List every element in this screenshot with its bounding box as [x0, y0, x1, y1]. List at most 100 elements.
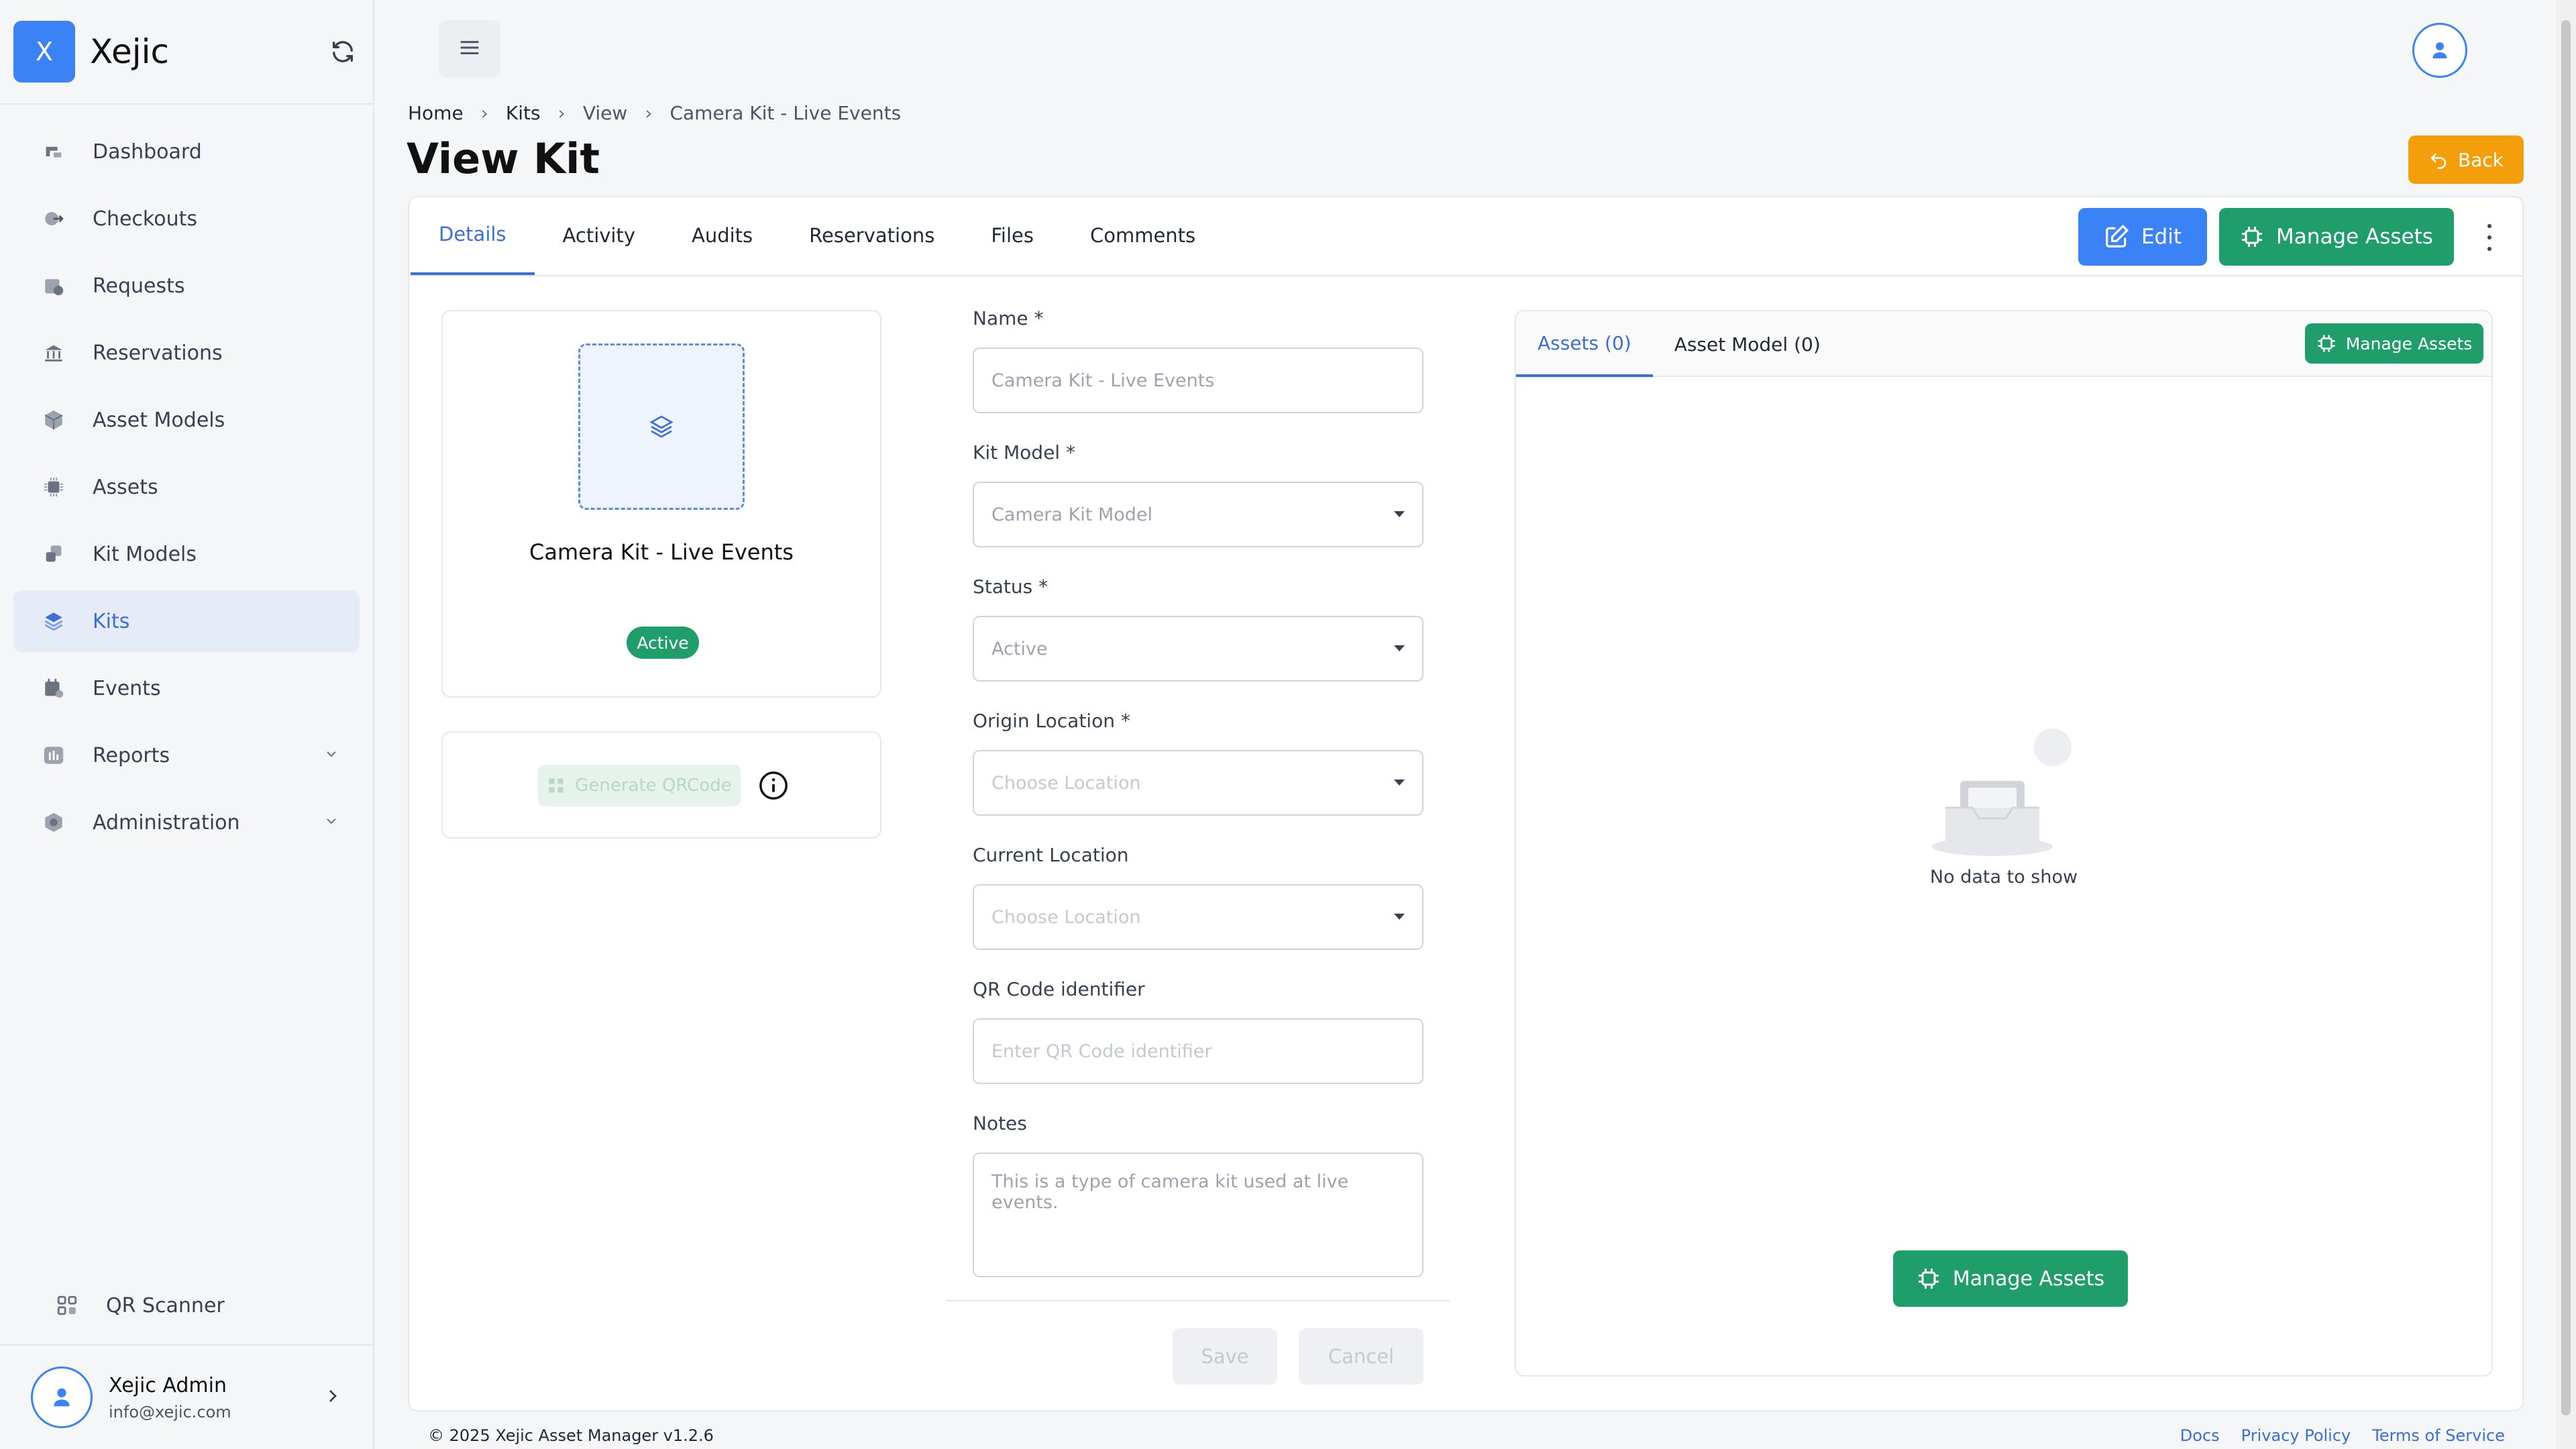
menu-toggle-button[interactable] [439, 20, 500, 78]
form-divider [946, 1300, 1450, 1301]
name-label: Name * [973, 307, 1044, 329]
chevron-right-icon[interactable] [322, 1385, 343, 1409]
kit-model-value: Camera Kit Model [991, 504, 1152, 525]
status-value: Active [991, 638, 1048, 659]
generate-qrcode-label: Generate QRCode [575, 775, 732, 796]
user-profile[interactable]: Xejic Admin info@xejic.com [0, 1344, 374, 1449]
footer-link-terms[interactable]: Terms of Service [2372, 1426, 2505, 1445]
scrollbar-thumb[interactable] [2561, 20, 2571, 1415]
breadcrumb-home[interactable]: Home [408, 102, 464, 124]
tab-comments[interactable]: Comments [1062, 196, 1224, 275]
qr-identifier-label: QR Code identifier [973, 978, 1145, 1000]
back-button-label: Back [2458, 148, 2504, 171]
save-button[interactable]: Save [1173, 1328, 1277, 1385]
caret-down-icon [1394, 780, 1405, 786]
empty-manage-assets-button[interactable]: Manage Assets [1893, 1250, 2128, 1307]
sidebar-item-requests[interactable]: Requests [13, 255, 360, 317]
app-name: Xejic [90, 32, 170, 71]
sidebar-item-asset-models[interactable]: Asset Models [13, 389, 360, 451]
origin-location-label: Origin Location * [973, 710, 1130, 732]
origin-location-select[interactable]: Choose Location [973, 750, 1424, 816]
qr-identifier-input[interactable]: Enter QR Code identifier [973, 1018, 1424, 1084]
sidebar-item-reservations[interactable]: Reservations [13, 322, 360, 384]
sidebar-item-kits[interactable]: Kits [13, 590, 360, 652]
sidebar-item-events[interactable]: Events [13, 657, 360, 719]
kit-summary-card: Camera Kit - Live Events Active [441, 310, 881, 698]
current-location-select[interactable]: Choose Location [973, 884, 1424, 950]
page-title: View Kit [407, 134, 600, 183]
tab-audits[interactable]: Audits [663, 196, 781, 275]
caret-down-icon [1394, 511, 1405, 517]
calendar-icon [40, 675, 67, 702]
chip-icon [2318, 335, 2335, 352]
assets-panel: Assets (0) Asset Model (0) Manage Assets… [1515, 310, 2493, 1377]
reports-icon [40, 742, 67, 769]
footer-link-docs[interactable]: Docs [2180, 1426, 2220, 1445]
sidebar-item-label: Events [93, 676, 161, 700]
user-name: Xejic Admin [109, 1373, 227, 1397]
sidebar-item-assets[interactable]: Assets [13, 456, 360, 518]
breadcrumb-current: Camera Kit - Live Events [669, 102, 902, 124]
app-logo-letter: X [35, 37, 54, 66]
qr-code-card: Generate QRCode [441, 731, 881, 839]
footer-copyright: © 2025 Xejic Asset Manager v1.2.6 [428, 1426, 714, 1445]
sidebar-item-label: Kits [93, 609, 130, 633]
sidebar-item-kit-models[interactable]: Kit Models [13, 523, 360, 585]
sidebar-item-label: Reservations [93, 341, 223, 365]
sidebar-item-label: Assets [93, 475, 158, 499]
layers-icon [40, 608, 67, 635]
page-scrollbar[interactable] [2556, 0, 2576, 1449]
chevron-right-icon: › [645, 102, 653, 124]
kit-image-upload[interactable] [578, 343, 745, 510]
kit-detail-card: Details Activity Audits Reservations Fil… [408, 196, 2524, 1411]
more-options-icon[interactable] [2479, 224, 2500, 251]
kit-model-label: Kit Model * [973, 441, 1075, 464]
sidebar-item-qr-scanner[interactable]: QR Scanner [27, 1275, 374, 1336]
footer-link-privacy[interactable]: Privacy Policy [2241, 1426, 2351, 1445]
sidebar-item-dashboard[interactable]: Dashboard [13, 121, 360, 182]
app-logo[interactable]: X [13, 21, 75, 83]
status-select[interactable]: Active [973, 616, 1424, 682]
manage-assets-button[interactable]: Manage Assets [2219, 208, 2454, 266]
breadcrumb-kits[interactable]: Kits [506, 102, 541, 124]
tab-details[interactable]: Details [411, 196, 535, 275]
cancel-button[interactable]: Cancel [1299, 1328, 1424, 1385]
chip-icon [40, 474, 67, 500]
tab-activity[interactable]: Activity [535, 196, 663, 275]
reservations-icon [40, 339, 67, 366]
name-field[interactable]: Camera Kit - Live Events [973, 347, 1424, 413]
origin-location-placeholder: Choose Location [991, 772, 1141, 794]
sidebar-item-label: QR Scanner [106, 1293, 225, 1318]
notes-textarea[interactable]: This is a type of camera kit used at liv… [973, 1152, 1424, 1277]
info-icon[interactable] [758, 770, 789, 801]
header-user-avatar[interactable] [2412, 23, 2467, 78]
tab-assets[interactable]: Assets (0) [1516, 311, 1653, 377]
sidebar-item-administration[interactable]: Administration [13, 792, 360, 853]
back-button[interactable]: Back [2408, 136, 2524, 184]
tab-asset-model[interactable]: Asset Model (0) [1653, 311, 1842, 377]
edit-button[interactable]: Edit [2078, 208, 2207, 266]
generate-qrcode-button[interactable]: Generate QRCode [538, 765, 741, 806]
sidebar-item-checkouts[interactable]: Checkouts [13, 188, 360, 250]
current-location-label: Current Location [973, 844, 1129, 866]
breadcrumb: Home › Kits › View › Camera Kit - Live E… [408, 102, 901, 124]
refresh-icon[interactable] [326, 35, 360, 68]
kit-model-select[interactable]: Camera Kit Model [973, 482, 1424, 547]
notes-label: Notes [973, 1112, 1027, 1134]
tab-files[interactable]: Files [963, 196, 1062, 275]
admin-icon [40, 809, 67, 836]
sidebar-item-label: Reports [93, 743, 170, 767]
panel-manage-assets-button[interactable]: Manage Assets [2305, 323, 2483, 364]
empty-state-text: No data to show [1929, 867, 2078, 888]
sidebar-item-reports[interactable]: Reports [13, 724, 360, 786]
edit-button-label: Edit [2141, 225, 2182, 249]
empty-inbox-icon [1932, 729, 2072, 856]
chevron-down-icon[interactable] [323, 811, 339, 835]
chevron-right-icon: › [557, 102, 566, 124]
caret-down-icon [1394, 914, 1405, 920]
tab-reservations[interactable]: Reservations [781, 196, 963, 275]
kit-models-icon [40, 541, 67, 568]
chevron-down-icon[interactable] [323, 744, 339, 767]
manage-assets-label: Manage Assets [2276, 225, 2433, 249]
kit-name: Camera Kit - Live Events [529, 539, 794, 565]
